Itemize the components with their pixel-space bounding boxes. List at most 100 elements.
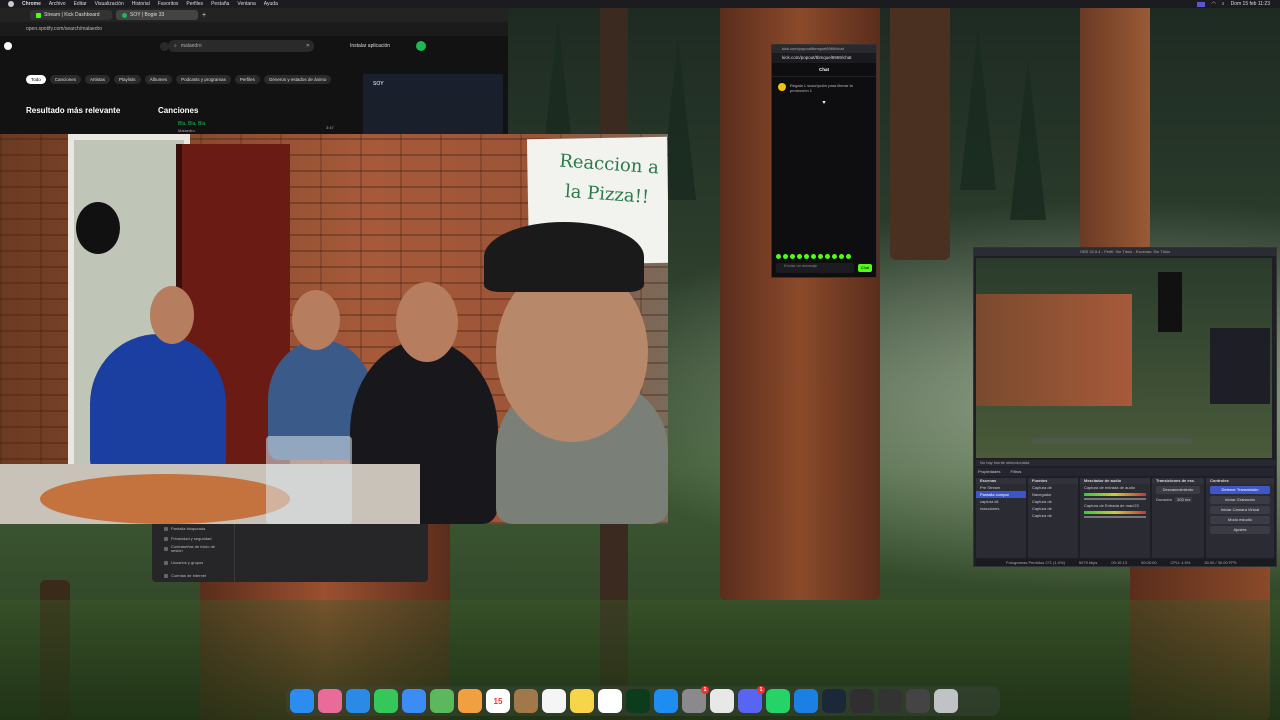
menu-editar[interactable]: Editar [74,1,87,7]
trash-icon[interactable] [934,689,958,713]
obs-icon[interactable] [850,689,874,713]
photos-icon[interactable] [458,689,482,713]
menu-visualizacion[interactable]: Visualización [95,1,124,7]
chip-artistas[interactable]: Artistas [85,75,111,84]
duration-input[interactable]: 300 ms [1175,497,1193,502]
search-icon[interactable]: ⌕ [1222,1,1225,7]
menu-clock[interactable]: Dom 15 feb 11:23 [1231,1,1270,7]
clear-search-icon[interactable]: ✕ [306,43,314,49]
settings-button[interactable]: Ajustes [1210,526,1270,534]
url-text[interactable]: open.spotify.com/search/malaedro [26,26,102,32]
volume-meter[interactable] [1084,493,1146,496]
chip-canciones[interactable]: Canciones [49,75,82,84]
dd-item-passwords[interactable]: Contraseñas de inicio de sesión [164,545,217,553]
notes-brown-icon[interactable] [514,689,538,713]
home-icon[interactable] [160,41,169,51]
steam-icon[interactable] [822,689,846,713]
volume-meter[interactable] [1084,511,1146,514]
freeform-icon[interactable] [598,689,622,713]
window2-icon[interactable] [906,689,930,713]
dd-item-users[interactable]: Usuarios y grupos [164,560,203,565]
menu-pestana[interactable]: Pestaña [211,1,229,7]
emote-icon[interactable] [818,254,823,259]
emote-icon[interactable] [811,254,816,259]
wifi-icon[interactable]: ◠ [1211,1,1215,7]
transition-select[interactable]: Desvanecimiento [1156,486,1200,494]
maps-icon[interactable] [430,689,454,713]
obs-preview[interactable] [976,258,1272,458]
song-title[interactable]: Bla, Bla, Bla [178,121,205,127]
volume-slider[interactable] [1084,516,1146,518]
chip-playlists[interactable]: Playlists [114,75,141,84]
emote-icon[interactable] [776,254,781,259]
kick-url[interactable]: kick.com/popout/tbmquel6969/chat [772,53,876,63]
emote-icon[interactable] [804,254,809,259]
address-bar[interactable]: open.spotify.com/search/malaedro [0,22,508,36]
tab-kick-dashboard[interactable]: Stream | Kick Dashboard [30,10,112,20]
menu-ventana[interactable]: Ventana [237,1,255,7]
emote-icon[interactable] [832,254,837,259]
menu-favoritos[interactable]: Favoritos [158,1,179,7]
menu-perfiles[interactable]: Perfiles [186,1,203,7]
source-item[interactable]: Captura de [1028,512,1078,519]
install-app-button[interactable]: Instalar aplicación [350,43,390,49]
apple-icon[interactable] [8,1,14,7]
reminders-icon[interactable] [542,689,566,713]
scene-item[interactable]: reacciones [976,505,1026,512]
start-recording-button[interactable]: Iniciar Grabación [1210,496,1270,504]
menu-app-name[interactable]: Chrome [22,1,41,7]
virtual-camera-button[interactable]: Iniciar Cámara Virtual [1210,506,1270,514]
whatsapp-icon[interactable] [766,689,790,713]
scene-item[interactable]: captura kit [976,498,1026,505]
emote-icon[interactable] [846,254,851,259]
scene-item[interactable]: Pantalla compar [976,491,1026,498]
volume-slider[interactable] [1084,498,1146,500]
emote-icon[interactable] [839,254,844,259]
chat-input[interactable]: Enviar un mensaje [776,263,854,273]
emote-icon[interactable] [825,254,830,259]
source-item[interactable]: Navegador [1028,491,1078,498]
dd-item-lock[interactable]: Pantalla bloqueada [164,526,205,531]
tab-spotify[interactable]: SOY | Bogie 33 [116,10,198,20]
chrome-icon[interactable] [710,689,734,713]
bluetooth-icon[interactable] [794,689,818,713]
menu-archivo[interactable]: Archivo [49,1,66,7]
filters-button[interactable]: Filtros [1010,468,1021,476]
emote-icon[interactable] [783,254,788,259]
promo-note[interactable]: Regala 1 suscripción para liberar la pro… [778,83,870,93]
new-tab-button[interactable]: + [202,12,206,19]
scroll-down-icon[interactable]: ▾ [772,99,876,106]
chip-generos[interactable]: Géneros y estados de ánimo [263,75,332,84]
chip-perfiles[interactable]: Perfiles [234,75,260,84]
app-store-icon[interactable] [654,689,678,713]
chip-podcasts[interactable]: Podcasts y programas [176,75,231,84]
mixer-track[interactable]: Captura de entrada de audio [1080,484,1150,491]
source-item[interactable]: Captura de [1028,484,1078,491]
finder-icon[interactable] [290,689,314,713]
source-item[interactable]: Captura de [1028,498,1078,505]
stop-stream-button[interactable]: Detener Transmisión [1210,486,1270,494]
spotify-logo-icon[interactable] [4,42,12,50]
dd-item-privacy[interactable]: Privacidad y seguridad [164,536,211,541]
emote-icon[interactable] [797,254,802,259]
song-artist[interactable]: Malaedro [178,128,195,133]
chip-albumes[interactable]: Álbumes [144,75,173,84]
emote-icon[interactable] [790,254,795,259]
dd-item-internet[interactable]: Cuentas de Internet [164,573,206,578]
source-item[interactable]: Captura de [1028,505,1078,512]
chat-send-button[interactable]: Chat [858,264,872,272]
obs-title[interactable]: OBS 32.0.4 - Perfil: Sin Título - Escena… [974,248,1276,256]
menu-historial[interactable]: Historial [132,1,150,7]
discord-icon[interactable]: 1 [738,686,765,713]
window1-icon[interactable] [878,689,902,713]
notes-icon[interactable] [570,689,594,713]
obs-status-icon[interactable] [1197,1,1206,7]
launchpad-icon[interactable] [318,689,342,713]
menu-ayuda[interactable]: Ayuda [264,1,278,7]
safari-icon[interactable] [346,689,370,713]
kick-window-title[interactable]: kick.com/popout/tbmquel6969/chat [772,45,876,53]
avatar[interactable] [416,41,427,51]
system-settings-icon[interactable]: 1 [682,686,709,713]
chip-todo[interactable]: Todo [26,75,46,84]
calendar-icon[interactable]: 15 [486,689,510,713]
